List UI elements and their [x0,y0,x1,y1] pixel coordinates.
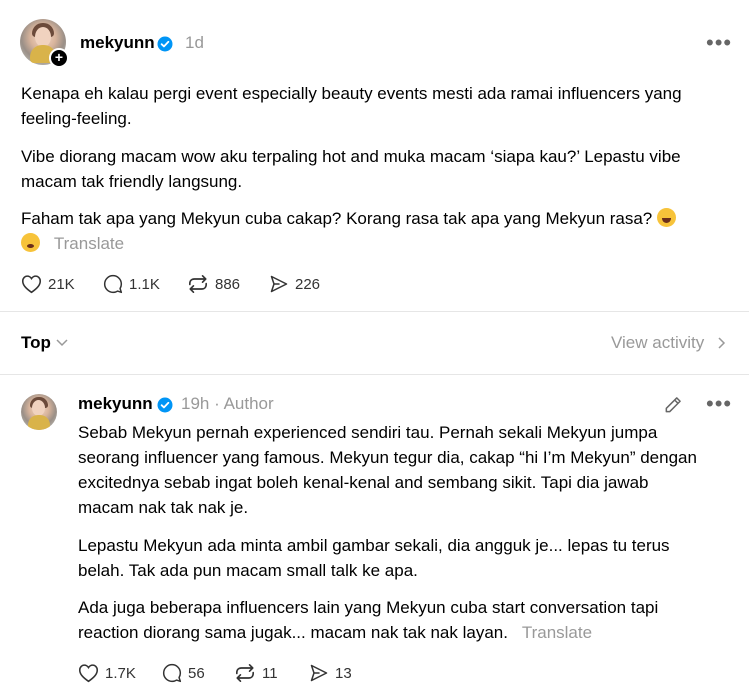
like-button[interactable]: 21K [21,274,103,294]
repost-icon [189,275,207,293]
like-count: 1.7K [105,664,136,682]
share-count: 226 [295,275,321,293]
more-options-icon[interactable]: ••• [706,393,732,415]
reply-paragraph-3: Ada juga beberapa influencers lain yang … [78,595,708,645]
reply-paragraph-2: Lepastu Mekyun ada minta ambil gambar se… [78,536,670,580]
comment-icon [103,274,123,294]
chevron-down-icon[interactable] [56,339,68,347]
like-button[interactable]: 1.7K [78,663,162,683]
avatar-body [28,415,50,430]
reply-actions: 1.7K 56 11 13 [78,663,369,683]
share-count: 13 [335,664,352,682]
laughing-emoji-icon [657,208,677,227]
repost-count: 886 [215,275,241,293]
reply-paragraph-1: Sebab Mekyun pernah experienced sendiri … [78,423,697,517]
like-count: 21K [48,275,75,293]
post-paragraph-3-text: Faham tak apa yang Mekyun cuba cakap? Ko… [21,209,653,228]
repost-button[interactable]: 11 [234,663,309,683]
avatar-face [35,27,51,47]
author-label: Author [223,394,274,413]
send-icon [270,275,288,293]
post-time[interactable]: 1d [185,33,204,53]
post-paragraph-2: Vibe diorang macam wow aku terpaling hot… [21,147,681,191]
repost-button[interactable]: 886 [187,274,269,294]
share-button[interactable]: 13 [309,663,369,683]
avatar-face [32,400,45,416]
repost-count: 11 [262,664,278,682]
reply-time[interactable]: 19h · Author [181,394,274,414]
divider [0,311,749,312]
avatar[interactable] [21,394,57,430]
avatar[interactable]: + [20,19,69,68]
sort-dropdown[interactable]: Top [21,333,51,353]
translate-link[interactable]: Translate [522,623,592,642]
heart-icon [78,664,99,683]
reply-button[interactable]: 1.1K [103,274,187,294]
verified-icon [157,397,173,413]
follow-plus-icon[interactable]: + [49,48,69,68]
view-activity-link[interactable]: View activity [611,333,704,353]
reply-button[interactable]: 56 [162,663,234,683]
separator-dot: · [214,394,220,413]
heart-icon [21,275,42,294]
more-options-icon[interactable]: ••• [706,32,732,54]
author-reply: mekyunn 19h · Author ••• Sebab Mekyun pe… [0,375,749,684]
reply-count: 1.1K [129,275,160,293]
edit-pencil-icon[interactable] [663,395,683,415]
username[interactable]: mekyunn [78,394,153,414]
share-button[interactable]: 226 [269,274,339,294]
reply-time-value: 19h [181,394,210,413]
reply-count: 56 [188,664,205,682]
post-paragraph-1: Kenapa eh kalau pergi event especially b… [21,84,682,128]
translate-link[interactable]: Translate [54,234,124,253]
main-post: + mekyunn 1d ••• Kenapa eh kalau pergi e… [0,0,749,320]
post-paragraph-3: Faham tak apa yang Mekyun cuba cakap? Ko… [21,206,721,256]
comment-icon [162,663,182,683]
send-icon [310,664,328,682]
post-actions: 21K 1.1K 886 226 [21,274,339,294]
verified-icon [157,36,173,52]
worried-emoji-icon [21,233,40,252]
repost-icon [236,664,254,682]
chevron-right-icon[interactable] [718,337,726,349]
username[interactable]: mekyunn [80,33,155,53]
